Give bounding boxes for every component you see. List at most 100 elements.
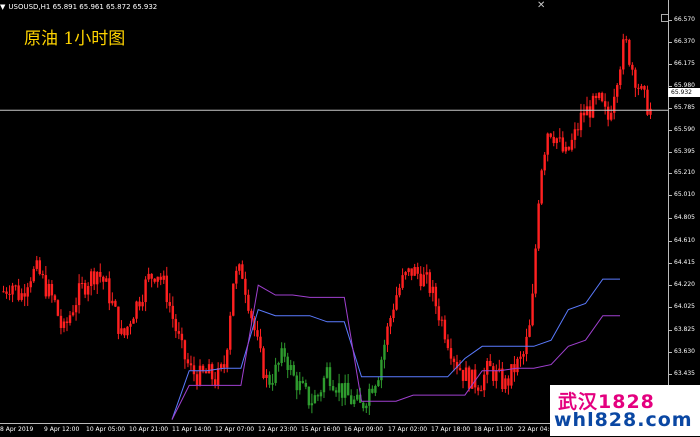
price-axis[interactable]: 66.570 66.370 66.175 65.980 65.785 65.59… (668, 0, 700, 424)
candle-body (443, 319, 447, 340)
candle-body (461, 369, 465, 381)
candle-body (177, 331, 181, 334)
candle-body (389, 318, 392, 327)
candle-body (398, 287, 401, 296)
candle-body (150, 273, 153, 279)
close-icon[interactable]: ✕ (537, 0, 545, 11)
candle-body (486, 360, 489, 375)
candle-body (114, 300, 117, 307)
candle-body (105, 278, 108, 282)
candle-body (89, 271, 93, 287)
candle-body (223, 364, 226, 368)
candle-body (274, 364, 277, 383)
candle-body (283, 348, 286, 357)
candle-body (41, 273, 45, 276)
price-tick: 66.570 (669, 16, 695, 23)
candle-body (71, 312, 75, 316)
candle-body (268, 374, 271, 385)
candle-body (407, 268, 410, 273)
candle-body (189, 363, 193, 366)
candle-body (343, 382, 347, 398)
candle-body (8, 293, 11, 295)
price-tick: 65.395 (669, 148, 695, 155)
candle-body (301, 381, 305, 383)
price-tick: 64.025 (669, 303, 695, 310)
candle-body (156, 276, 159, 282)
candle-body (99, 271, 102, 277)
candle-body (510, 364, 513, 386)
candle-body (298, 381, 301, 391)
candle-body (619, 69, 622, 86)
candle-body (340, 383, 344, 398)
candle-body (479, 390, 483, 392)
watermark-site: whl828.com (554, 409, 693, 431)
candle-body (625, 39, 628, 41)
candle-body (74, 305, 78, 313)
candle-body (180, 333, 184, 341)
price-tick: 66.175 (669, 60, 695, 67)
current-price-tag: 65.932 (668, 88, 700, 97)
candle-body (32, 268, 35, 282)
time-tick: 8 Apr 2019 (0, 426, 34, 433)
candle-body (371, 388, 374, 393)
candle-body (395, 295, 398, 310)
candle-body (585, 106, 589, 116)
price-tick: 65.210 (669, 169, 695, 176)
candle-body (229, 315, 232, 350)
chart-area[interactable]: ▼ USOUSD,H1 65.891 65.961 65.872 65.932 … (0, 0, 700, 436)
candle-body (437, 306, 441, 321)
candle-body (501, 368, 504, 390)
candle-body (334, 390, 338, 393)
candle-body (29, 281, 32, 288)
candle-body (325, 367, 329, 378)
time-tick: 18 Apr 11:00 (474, 426, 514, 433)
candle-body (144, 279, 147, 303)
candle-body (464, 367, 468, 381)
candle-body (546, 133, 549, 155)
candle-body (123, 328, 126, 336)
candle-body (135, 301, 138, 319)
price-tick: 63.825 (669, 326, 695, 333)
candle-body (86, 286, 90, 295)
price-tick: 66.370 (669, 38, 695, 45)
candle-body (504, 378, 507, 390)
candle-body (422, 274, 425, 287)
candle-body (634, 69, 637, 88)
candle-body (2, 291, 5, 293)
candle-body (62, 321, 66, 328)
candle-body (307, 386, 311, 406)
candle-body (183, 340, 187, 360)
candle-body (213, 379, 217, 386)
candle-body (5, 291, 8, 294)
candle-body (132, 318, 135, 324)
candle-body (304, 382, 308, 387)
candle-body (362, 402, 365, 409)
candle-body (531, 293, 534, 326)
candle-body (111, 300, 114, 304)
candle-body (507, 378, 510, 386)
candle-body (244, 278, 247, 295)
candle-body (543, 154, 546, 171)
candle-body (383, 344, 386, 360)
candle-body (44, 275, 48, 297)
candle-body (516, 358, 519, 373)
candle-body (93, 271, 96, 285)
price-chart[interactable] (0, 0, 668, 423)
candle-body (476, 387, 480, 391)
candle-body (582, 112, 586, 116)
candle-body (498, 368, 501, 371)
candle-body (573, 129, 577, 140)
candle-body (534, 248, 537, 294)
time-tick: 16 Apr 09:00 (344, 426, 384, 433)
candle-body (386, 326, 389, 345)
dropdown-arrow-icon[interactable]: ▼ (0, 0, 5, 14)
candle-body (241, 264, 244, 279)
candle-body (576, 129, 580, 131)
candle-body (138, 301, 141, 307)
candle-body (492, 366, 495, 381)
candle-body (262, 348, 265, 379)
candle-body (289, 365, 292, 371)
candle-body (377, 380, 380, 387)
candle-body (38, 260, 41, 274)
candle-body (631, 64, 634, 70)
